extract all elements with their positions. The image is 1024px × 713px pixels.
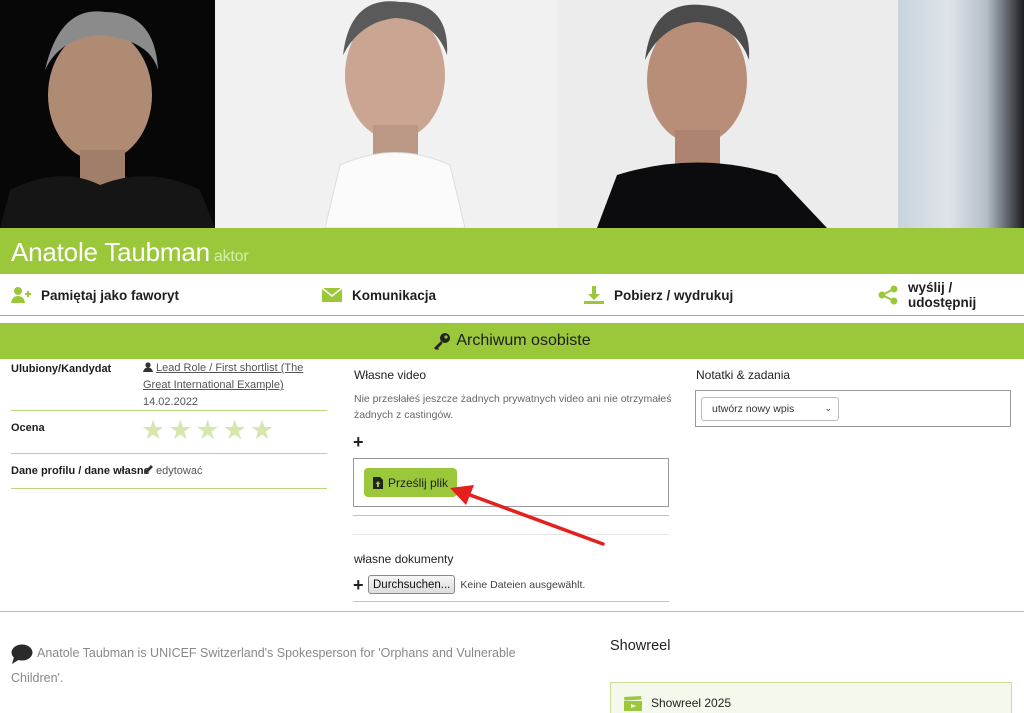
clapperboard-icon [624, 696, 642, 711]
edit-link[interactable]: edytować [143, 463, 202, 480]
favorite-button[interactable]: Pamiętaj jako faworyt [11, 284, 179, 306]
user-icon [143, 362, 153, 372]
shortlist-link[interactable]: Lead Role / First shortlist (The Great I… [143, 362, 303, 391]
photo-gallery [0, 0, 1024, 228]
upload-file-label: Prześlij plik [387, 475, 448, 490]
star-icon[interactable]: ★ [250, 417, 274, 444]
star-icon[interactable]: ★ [223, 417, 247, 444]
actor-name: Anatole Taubman [11, 237, 210, 267]
red-annotation-arrow [450, 485, 605, 546]
shortlist-date: 14.02.2022 [143, 396, 199, 408]
favorite-row-label: Ulubiony/Kandydat [11, 363, 112, 375]
profile-name-bar: Anatole Taubman aktor [0, 228, 1024, 274]
showreel-heading: Showreel [610, 638, 671, 654]
rating-stars[interactable]: ★ ★ ★ ★ ★ [141, 417, 274, 444]
rating-row: Ocena ★ ★ ★ ★ ★ [11, 411, 327, 454]
biography-text: Anatole Taubman is UNICEF Switzerland's … [11, 641, 571, 691]
select-value: utwórz nowy wpis [712, 403, 795, 415]
divider [353, 601, 669, 602]
add-document-plus-icon[interactable]: + [353, 576, 364, 594]
no-video-message: Nie przesłałeś jeszcze żadnych prywatnyc… [354, 393, 672, 421]
archive-title: Archiwum osobiste [456, 332, 591, 349]
favorite-label: Pamiętaj jako faworyt [41, 287, 180, 303]
star-icon[interactable]: ★ [168, 417, 192, 444]
notes-panel: utwórz nowy wpis ⌄ [695, 390, 1011, 427]
own-documents-heading: własne dokumenty [354, 552, 454, 566]
own-video-heading: Własne video [354, 368, 427, 382]
download-icon [584, 286, 604, 304]
add-user-icon [11, 287, 31, 303]
profile-data-label: Dane profilu / dane własne [11, 465, 150, 477]
showreel-item[interactable]: Showreel 2025 [610, 682, 1012, 713]
showreel-title: Showreel 2025 [651, 696, 732, 710]
portrait-photo-3[interactable] [557, 0, 898, 228]
biography-content: Anatole Taubman is UNICEF Switzerland's … [11, 646, 516, 685]
communication-label: Komunikacja [352, 287, 437, 303]
edit-label: edytować [156, 465, 203, 477]
communication-button[interactable]: Komunikacja [322, 284, 436, 306]
new-entry-select[interactable]: utwórz nowy wpis ⌄ [701, 397, 839, 421]
browse-button[interactable]: Durchsuchen... [368, 575, 456, 594]
star-icon[interactable]: ★ [195, 417, 219, 444]
portrait-photo-4[interactable] [898, 0, 1024, 228]
rating-label: Ocena [11, 422, 45, 434]
action-bar: Pamiętaj jako faworyt Komunikacja Pobier… [0, 274, 1024, 316]
portrait-photo-1[interactable] [0, 0, 215, 228]
file-upload-icon [372, 476, 383, 489]
chevron-down-icon: ⌄ [824, 403, 832, 413]
download-button[interactable]: Pobierz / wydrukuj [584, 284, 733, 306]
section-divider [0, 611, 1024, 612]
share-button[interactable]: wyślij / udostępnij [878, 280, 1024, 310]
personal-archive-header[interactable]: Archiwum osobiste [0, 323, 1024, 359]
profile-data-row: Dane profilu / dane własne edytować [11, 454, 327, 489]
share-icon [878, 285, 898, 305]
portrait-photo-2[interactable] [215, 0, 557, 228]
star-icon[interactable]: ★ [141, 417, 165, 444]
share-label: wyślij / udostępnij [907, 280, 977, 310]
speech-bubble-icon [11, 644, 33, 664]
actor-role: aktor [213, 248, 249, 265]
envelope-icon [322, 288, 342, 302]
notes-tasks-heading: Notatki & zadania [696, 368, 791, 382]
favorite-row-value: Lead Role / First shortlist (The Great I… [143, 360, 327, 411]
profile-name: Anatole Taubman aktor [11, 237, 249, 268]
download-label: Pobierz / wydrukuj [614, 287, 734, 303]
favorite-row: Ulubiony/Kandydat Lead Role / First shor… [11, 359, 327, 411]
add-video-plus-icon[interactable]: + [353, 433, 364, 451]
no-file-selected-text: Keine Dateien ausgewählt. [460, 578, 586, 591]
key-icon [434, 333, 451, 350]
document-file-input[interactable]: Durchsuchen... Keine Dateien ausgewählt. [368, 575, 585, 594]
pencil-icon [144, 465, 153, 474]
